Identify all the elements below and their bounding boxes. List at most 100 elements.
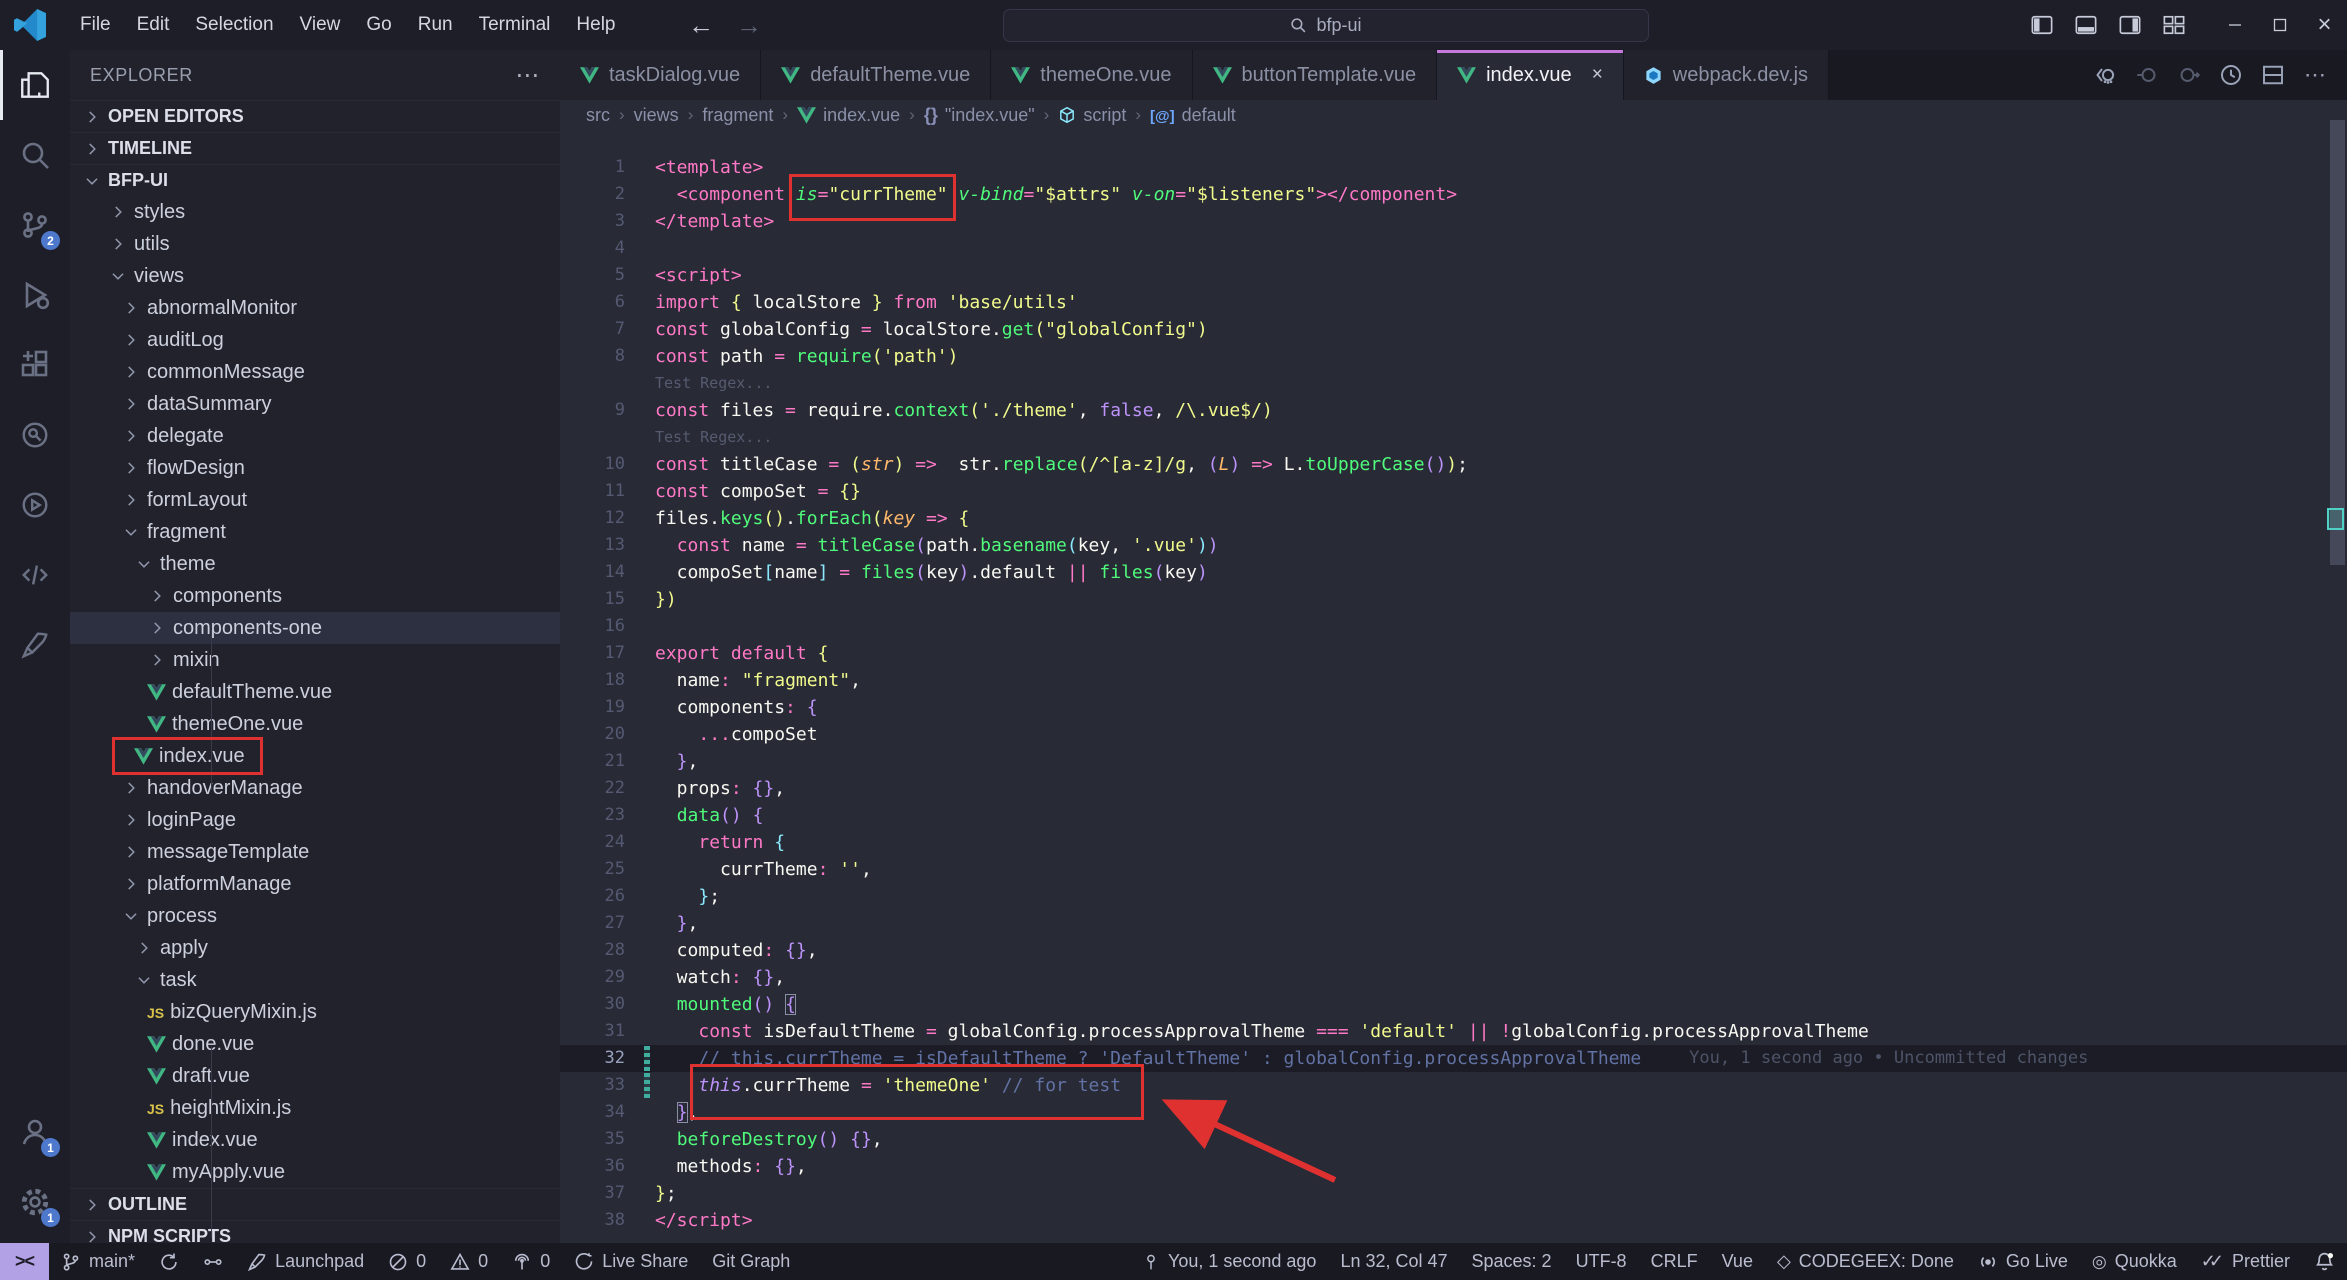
- sidebar-item-components-one[interactable]: components-one: [70, 612, 560, 644]
- sidebar-item-commonmessage[interactable]: commonMessage: [70, 356, 560, 388]
- code-line-27[interactable]: 27 },: [560, 910, 2347, 937]
- code-line-12[interactable]: 12 files.keys().forEach(key => {: [560, 505, 2347, 532]
- sidebar-item-datasummary[interactable]: dataSummary: [70, 388, 560, 420]
- sidebar-section-npm-scripts[interactable]: NPM SCRIPTS: [70, 1220, 560, 1243]
- breadcrumb-item-5[interactable]: {} "index.vue": [924, 105, 1035, 126]
- code-line-5[interactable]: 5 <script>: [560, 262, 2347, 289]
- status--[interactable]: ><: [0, 1243, 50, 1280]
- status-sync[interactable]: [147, 1243, 191, 1280]
- status-crlf[interactable]: CRLF: [1639, 1243, 1710, 1280]
- breadcrumb-item-7[interactable]: [@] default: [1150, 105, 1236, 126]
- menu-go[interactable]: Go: [353, 9, 404, 41]
- sidebar-item-myapply-vue[interactable]: myApply.vue: [70, 1156, 560, 1188]
- nav-forward-icon[interactable]: →: [736, 10, 762, 41]
- history-icon[interactable]: [2213, 63, 2249, 87]
- sidebar-item-loginpage[interactable]: loginPage: [70, 804, 560, 836]
- sidebar-item-views[interactable]: views: [70, 260, 560, 292]
- code-line-8[interactable]: 8 const path = require('path'): [560, 343, 2347, 370]
- status-0[interactable]: 0: [500, 1243, 562, 1280]
- status-0[interactable]: 0: [376, 1243, 438, 1280]
- tab-taskDialog-vue[interactable]: taskDialog.vue: [560, 50, 762, 100]
- menu-run[interactable]: Run: [405, 9, 466, 41]
- code-line-30[interactable]: 30 mounted() {: [560, 991, 2347, 1018]
- menu-file[interactable]: File: [67, 9, 124, 41]
- code-line-11[interactable]: 11 const compoSet = {}: [560, 478, 2347, 505]
- code-line-20[interactable]: 20 ...compoSet: [560, 721, 2347, 748]
- menu-terminal[interactable]: Terminal: [466, 9, 564, 41]
- status-live-share[interactable]: Live Share: [562, 1243, 700, 1280]
- maximize-button[interactable]: [2257, 0, 2302, 50]
- activity-live-preview[interactable]: [0, 470, 70, 540]
- code-line-37[interactable]: 37};: [560, 1180, 2347, 1207]
- status-ln-32-col-47[interactable]: Ln 32, Col 47: [1328, 1243, 1459, 1280]
- breadcrumb-item-2[interactable]: views: [634, 105, 679, 126]
- toggle-secondary-sidebar-icon[interactable]: [2110, 0, 2150, 50]
- code-line-22[interactable]: 22 props: {},: [560, 775, 2347, 802]
- more-icon[interactable]: ⋯: [2297, 62, 2333, 88]
- codelens[interactable]: Test Regex...: [560, 370, 2347, 397]
- code-line-19[interactable]: 19 components: {: [560, 694, 2347, 721]
- activity-search[interactable]: [0, 120, 70, 190]
- code-line-23[interactable]: 23 data() {: [560, 802, 2347, 829]
- sidebar-item-components[interactable]: components: [70, 580, 560, 612]
- status-prettier[interactable]: ✓✓ Prettier: [2189, 1243, 2302, 1280]
- status-you-1-second-ago[interactable]: You, 1 second ago: [1130, 1243, 1328, 1280]
- status-pipeline[interactable]: [191, 1243, 235, 1280]
- sidebar-item-done-vue[interactable]: done.vue: [70, 1028, 560, 1060]
- minimize-button[interactable]: [2212, 0, 2257, 50]
- next-change-icon[interactable]: [2171, 63, 2207, 87]
- tab-buttonTemplate-vue[interactable]: buttonTemplate.vue: [1192, 50, 1438, 100]
- activity-settings[interactable]: 1: [0, 1167, 70, 1237]
- sidebar-section-timeline[interactable]: TIMELINE: [70, 132, 560, 164]
- sidebar-item-fragment[interactable]: fragment: [70, 516, 560, 548]
- code-line-35[interactable]: 35 beforeDestroy() {},: [560, 1126, 2347, 1153]
- tab-webpack-dev-js[interactable]: webpack.dev.js: [1623, 50, 1830, 100]
- code-line-15[interactable]: 15}): [560, 586, 2347, 613]
- code-line-25[interactable]: 25 currTheme: '',: [560, 856, 2347, 883]
- sidebar-item-utils[interactable]: utils: [70, 228, 560, 260]
- sidebar-item-apply[interactable]: apply: [70, 932, 560, 964]
- menu-selection[interactable]: Selection: [182, 9, 286, 41]
- activity-source-control[interactable]: 2: [0, 190, 70, 260]
- sidebar-item-index-vue[interactable]: index.vue: [70, 1124, 560, 1156]
- sidebar-item-flowdesign[interactable]: flowDesign: [70, 452, 560, 484]
- activity-code-review[interactable]: [0, 400, 70, 470]
- status-quokka[interactable]: ◎ Quokka: [2080, 1243, 2189, 1280]
- sidebar-item-task[interactable]: task: [70, 964, 560, 996]
- sidebar-item-bizquerymixin-js[interactable]: JS bizQueryMixin.js: [70, 996, 560, 1028]
- code-line-26[interactable]: 26 };: [560, 883, 2347, 910]
- code-line-24[interactable]: 24 return {: [560, 829, 2347, 856]
- tab-defaultTheme-vue[interactable]: defaultTheme.vue: [761, 50, 992, 100]
- code-line-4[interactable]: 4: [560, 235, 2347, 262]
- breadcrumb-item-4[interactable]: index.vue: [797, 105, 900, 126]
- activity-launchpad[interactable]: [0, 610, 70, 680]
- status-codegeex-done[interactable]: ◇ CODEGEEX: Done: [1765, 1243, 1966, 1280]
- sidebar-item-theme[interactable]: theme: [70, 548, 560, 580]
- toggle-sidebar-icon[interactable]: [2022, 0, 2062, 50]
- tab-close-icon[interactable]: ×: [1592, 64, 1603, 86]
- split-editor-icon[interactable]: [2255, 63, 2291, 87]
- sidebar-item-delegate[interactable]: delegate: [70, 420, 560, 452]
- editor-scrollbar[interactable]: [2330, 120, 2345, 565]
- code-line-13[interactable]: 13 const name = titleCase(path.basename(…: [560, 532, 2347, 559]
- menu-edit[interactable]: Edit: [124, 9, 183, 41]
- sidebar-section-bfp-ui[interactable]: BFP-UI: [70, 164, 560, 196]
- breadcrumb-item-3[interactable]: fragment: [702, 105, 773, 126]
- sidebar-item-process[interactable]: process: [70, 900, 560, 932]
- activity-extensions[interactable]: [0, 330, 70, 400]
- code-line-38[interactable]: 38 </script>: [560, 1207, 2347, 1234]
- code-line-18[interactable]: 18 name: "fragment",: [560, 667, 2347, 694]
- activity-run-debug[interactable]: [0, 260, 70, 330]
- sidebar-item-auditlog[interactable]: auditLog: [70, 324, 560, 356]
- sidebar-item-mixin[interactable]: mixin: [70, 644, 560, 676]
- sidebar-item-platformmanage[interactable]: platformManage: [70, 868, 560, 900]
- code-line-6[interactable]: 6 import { localStore } from 'base/utils': [560, 289, 2347, 316]
- code-line-9[interactable]: 9 const files = require.context('./theme'…: [560, 397, 2347, 424]
- code-line-21[interactable]: 21 },: [560, 748, 2347, 775]
- tab-themeOne-vue[interactable]: themeOne.vue: [991, 50, 1193, 100]
- code-line-17[interactable]: 17 export default {: [560, 640, 2347, 667]
- code-line-36[interactable]: 36 methods: {},: [560, 1153, 2347, 1180]
- customize-layout-icon[interactable]: [2154, 0, 2194, 50]
- menu-view[interactable]: View: [287, 9, 354, 41]
- sidebar-item-themeone-vue[interactable]: themeOne.vue: [70, 708, 560, 740]
